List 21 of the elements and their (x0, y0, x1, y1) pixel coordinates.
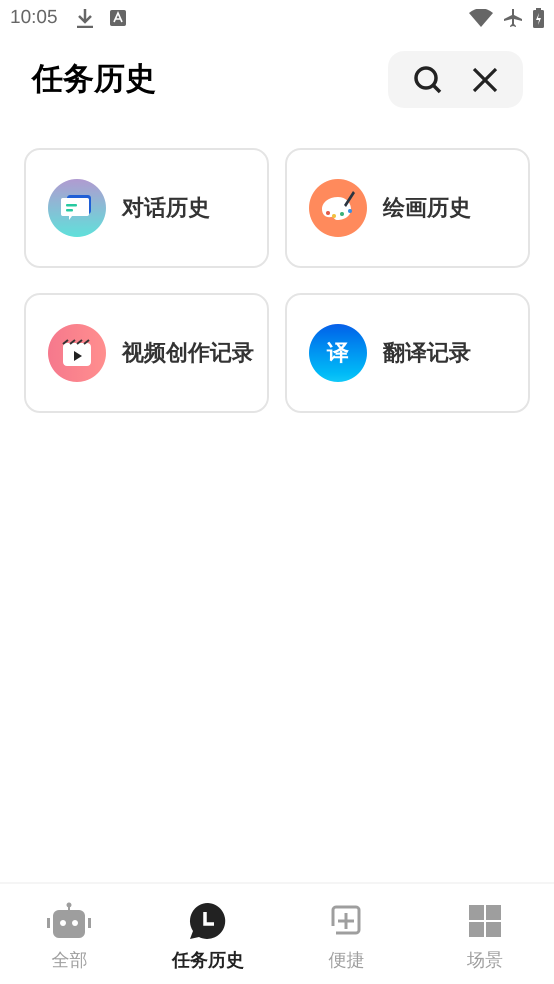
grid-icon (468, 905, 501, 937)
battery-icon (533, 8, 544, 28)
close-icon[interactable] (472, 66, 498, 92)
history-card[interactable]: 对话历史 (24, 148, 269, 268)
status-time: 10:05 (10, 6, 58, 30)
history-card[interactable]: 绘画历史 (285, 148, 530, 268)
download-icon (76, 8, 94, 28)
palette-icon (309, 179, 367, 237)
page-title: 任务历史 (32, 60, 156, 100)
search-icon[interactable] (412, 64, 443, 94)
robot-icon (47, 902, 92, 940)
clapperboard-icon (48, 324, 106, 382)
wifi-icon (469, 9, 493, 27)
clock-bubble-icon (188, 902, 228, 940)
history-card[interactable]: 译 翻译记录 (285, 293, 530, 413)
history-card[interactable]: 视频创作记录 (24, 293, 269, 413)
airplane-icon (503, 8, 523, 28)
nav-tab[interactable]: 任务历史 (138, 884, 277, 984)
notification-icon (110, 10, 126, 26)
translate-icon: 译 (309, 324, 367, 382)
chat-bubble-icon (48, 179, 106, 237)
